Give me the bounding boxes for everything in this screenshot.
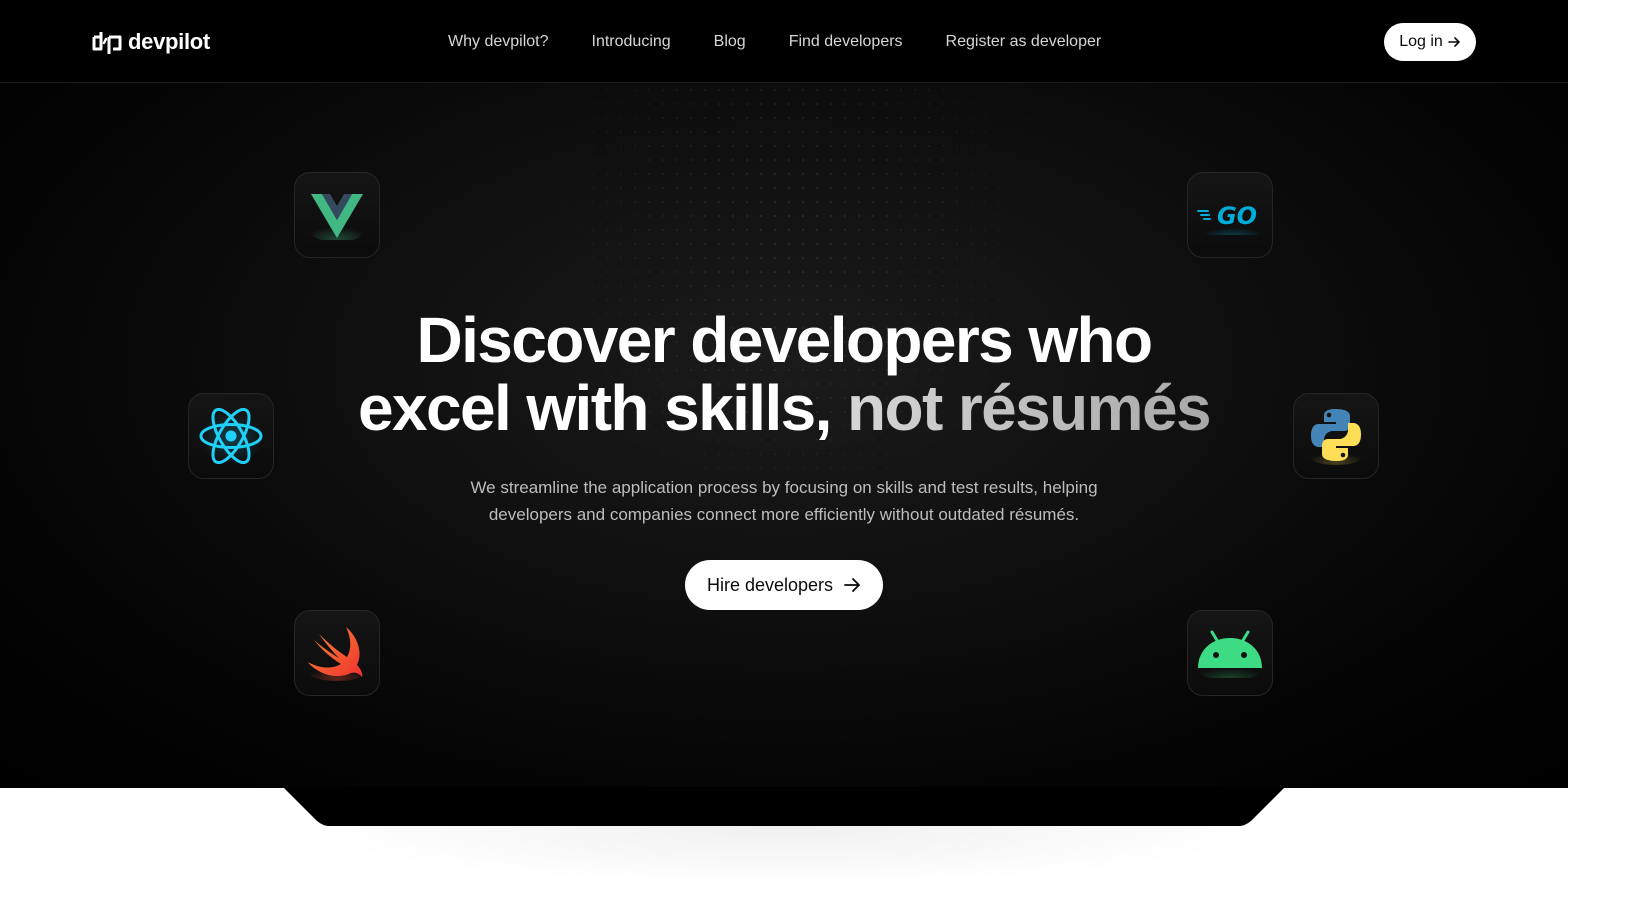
headline-line-1: Discover developers who	[416, 304, 1153, 376]
python-icon	[1310, 409, 1362, 465]
tile-android	[1187, 610, 1273, 696]
nav-blog[interactable]: Blog	[714, 33, 746, 51]
hero-headline: Discover developers who excel with skill…	[284, 306, 1284, 442]
subtitle-line-1: We streamline the application process by…	[470, 478, 1098, 497]
main-nav: Why devpilot? Introducing Blog Find deve…	[448, 30, 1101, 54]
brand-logo[interactable]: devpilot	[92, 28, 210, 56]
login-button-label: Log in	[1399, 33, 1443, 50]
arrow-right-icon	[844, 578, 860, 592]
nav-introducing[interactable]: Introducing	[592, 33, 671, 51]
swift-icon	[308, 627, 365, 681]
vue-icon	[311, 194, 363, 240]
android-icon	[1198, 630, 1262, 678]
headline-line-2a: excel with skills,	[358, 372, 832, 444]
site-header: devpilot Why devpilot? Introducing Blog …	[0, 0, 1568, 83]
subtitle-line-2: developers and companies connect more ef…	[488, 505, 1080, 524]
brand-name: devpilot	[128, 29, 210, 54]
react-icon	[199, 407, 263, 465]
notch-shadow	[300, 826, 1268, 886]
nav-why-devpilot[interactable]: Why devpilot?	[448, 33, 549, 51]
login-button[interactable]: Log in	[1384, 23, 1476, 61]
hero-bottom-notch	[283, 787, 1285, 826]
hire-developers-label: Hire developers	[706, 574, 834, 595]
tile-go: GO	[1187, 172, 1273, 258]
hero-subtitle: We streamline the application process by…	[434, 474, 1134, 528]
hire-developers-button[interactable]: Hire developers	[685, 560, 883, 610]
nav-find-developers[interactable]: Find developers	[789, 33, 903, 51]
tile-react	[188, 393, 274, 479]
go-icon-text: GO	[1217, 202, 1257, 230]
go-icon: GO	[1197, 202, 1261, 235]
headline-line-2b: not résumés	[830, 372, 1212, 444]
tile-vue	[294, 172, 380, 258]
page: devpilot Why devpilot? Introducing Blog …	[0, 0, 1568, 912]
nav-register-developer[interactable]: Register as developer	[946, 33, 1102, 51]
tile-python	[1293, 393, 1379, 479]
tile-swift	[294, 610, 380, 696]
arrow-right-icon	[1447, 37, 1460, 47]
devpilot-logo-icon	[92, 32, 122, 54]
